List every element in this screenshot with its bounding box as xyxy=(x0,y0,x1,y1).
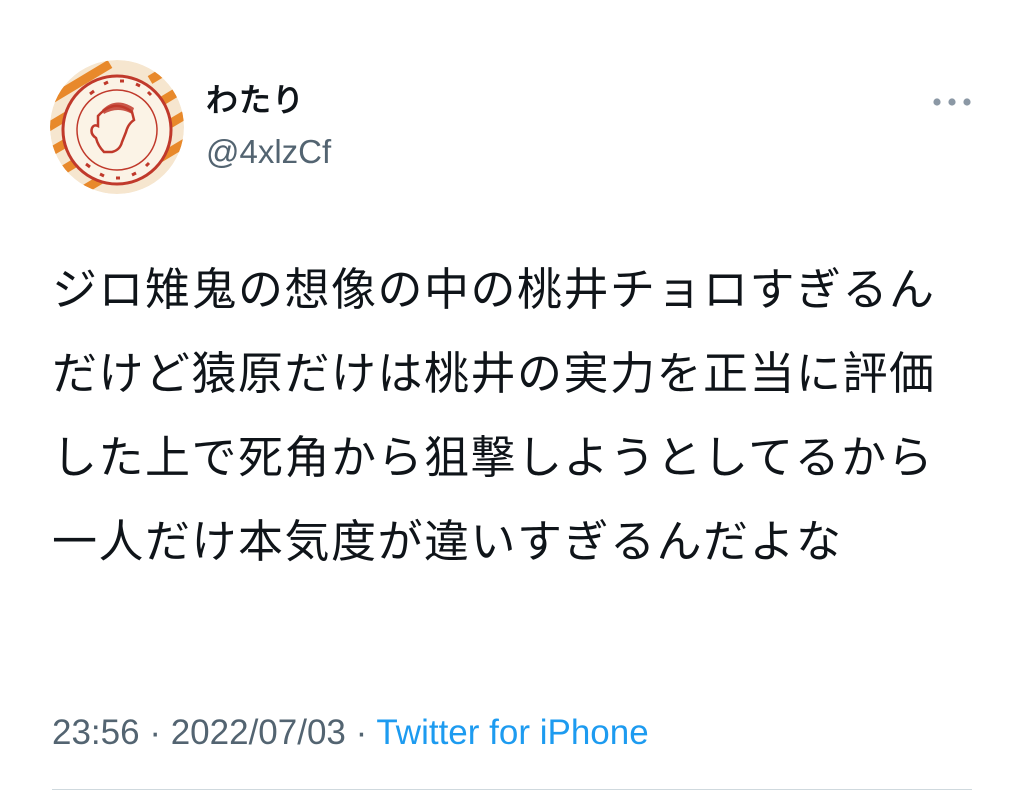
meta-separator: · xyxy=(139,713,171,752)
more-options-button[interactable] xyxy=(930,88,974,116)
tweet-text: ジロ雉鬼の想像の中の桃井チョロすぎるんだけど猿原だけは桃井の実力を正当に評価した… xyxy=(52,263,936,568)
user-handle[interactable]: @4xlzCf xyxy=(206,130,331,174)
tweet-card: わたり @4xlzCf ジロ雉鬼の想像の中の桃井チョロすぎるんだけど猿原だけは桃… xyxy=(0,0,1024,792)
avatar[interactable] xyxy=(50,60,184,194)
display-name[interactable]: わたり xyxy=(206,78,305,122)
more-options-icon xyxy=(933,98,971,106)
tweet-meta: 23:56 · 2022/07/03 · Twitter for iPhone xyxy=(52,710,649,756)
meta-separator: · xyxy=(345,713,377,752)
tweet-time[interactable]: 23:56 xyxy=(52,713,140,752)
tweet-date[interactable]: 2022/07/03 xyxy=(171,713,346,752)
mister-gyoza-logo-icon xyxy=(50,60,184,194)
divider xyxy=(52,789,972,790)
tweet-source-link[interactable]: Twitter for iPhone xyxy=(376,713,648,752)
